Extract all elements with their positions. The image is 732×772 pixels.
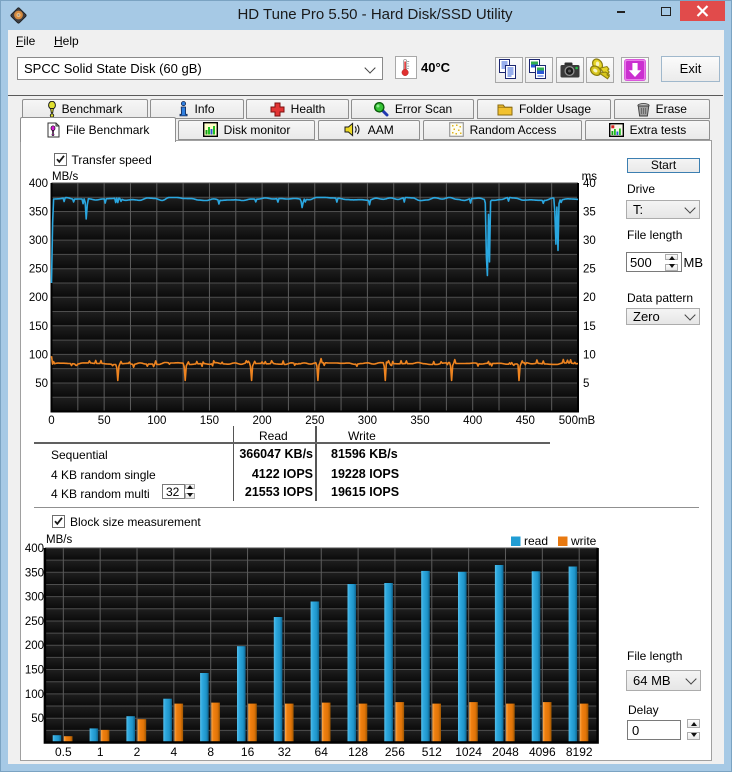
svg-text:512: 512 <box>422 745 442 759</box>
svg-text:300: 300 <box>25 592 44 604</box>
svg-text:MB/s: MB/s <box>46 534 72 546</box>
svg-text:256: 256 <box>385 745 405 759</box>
svg-text:8192: 8192 <box>566 745 593 759</box>
svg-text:350: 350 <box>25 567 44 579</box>
svg-text:0.5: 0.5 <box>55 745 72 759</box>
svg-text:4: 4 <box>171 745 178 759</box>
svg-text:1: 1 <box>97 745 104 759</box>
svg-text:200: 200 <box>25 640 44 652</box>
svg-text:100: 100 <box>25 689 44 701</box>
svg-text:2: 2 <box>134 745 141 759</box>
svg-text:4096: 4096 <box>529 745 556 759</box>
svg-text:150: 150 <box>25 665 44 677</box>
svg-text:read: read <box>524 534 548 548</box>
svg-text:400: 400 <box>25 543 44 555</box>
svg-text:1024: 1024 <box>455 745 482 759</box>
svg-text:128: 128 <box>348 745 368 759</box>
svg-text:32: 32 <box>278 745 292 759</box>
svg-text:64: 64 <box>315 745 329 759</box>
svg-text:write: write <box>570 534 597 548</box>
svg-text:250: 250 <box>25 616 44 628</box>
svg-text:2048: 2048 <box>492 745 519 759</box>
svg-text:50: 50 <box>31 713 44 725</box>
svg-text:16: 16 <box>241 745 255 759</box>
svg-text:8: 8 <box>207 745 214 759</box>
